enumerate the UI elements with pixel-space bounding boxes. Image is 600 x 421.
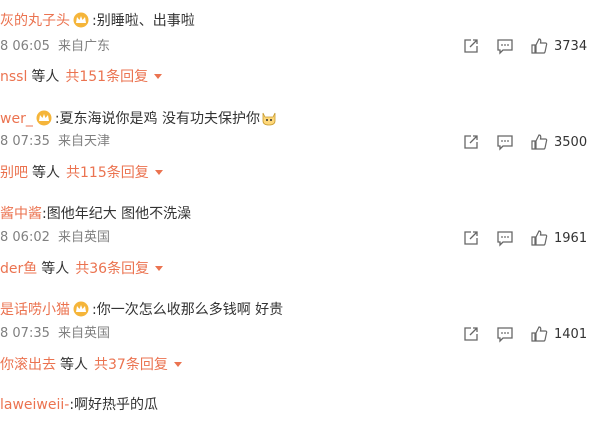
caret-down-icon[interactable] bbox=[155, 266, 164, 271]
comment-date: 8 07:35 bbox=[0, 326, 50, 341]
comment-content: :你一次怎么收那么多钱啊 好贵 bbox=[92, 302, 284, 318]
comment-text-line: wer_ :夏东海说你是鸡 没有功夫保护你 bbox=[0, 109, 278, 128]
comment-location: 来自天津 bbox=[58, 134, 111, 149]
comment-username[interactable]: wer_ bbox=[0, 111, 33, 127]
share-icon[interactable] bbox=[462, 133, 480, 151]
comment-text-line: 灰的丸子头 :别睡啦、出事啦 bbox=[0, 12, 195, 30]
reply-user[interactable]: der鱼 bbox=[0, 261, 37, 277]
comment-location: 来自英国 bbox=[58, 326, 111, 341]
reply-suffix: 等人 bbox=[31, 69, 60, 85]
reply-suffix: 等人 bbox=[32, 165, 60, 181]
comment-actions: 3734 bbox=[446, 37, 588, 55]
comment-icon[interactable] bbox=[496, 229, 514, 247]
reply-summary[interactable]: nssl 等人 共151条回复 bbox=[0, 68, 163, 86]
comment-content: :别睡啦、出事啦 bbox=[92, 13, 195, 29]
like-icon[interactable] bbox=[530, 325, 548, 343]
comment-actions: 1961 bbox=[446, 229, 588, 247]
reply-count[interactable]: 共37条回复 bbox=[94, 357, 168, 373]
cat-emoji-icon bbox=[262, 112, 276, 126]
comment-username[interactable]: laweiweii- bbox=[0, 397, 69, 413]
comment-meta: 8 07:35 来自天津 bbox=[0, 134, 110, 150]
like-icon[interactable] bbox=[530, 229, 548, 247]
comment-meta: 8 06:05 来自广东 bbox=[0, 39, 110, 55]
reply-suffix: 等人 bbox=[41, 261, 70, 277]
reply-user[interactable]: 你滚出去 bbox=[0, 357, 56, 373]
like-count: 1961 bbox=[554, 230, 588, 246]
comment-actions: 1401 bbox=[446, 325, 588, 343]
reply-summary[interactable]: der鱼 等人 共36条回复 bbox=[0, 260, 164, 278]
reply-summary[interactable]: 别吧 等人 共115条回复 bbox=[0, 164, 163, 182]
caret-down-icon[interactable] bbox=[154, 170, 163, 175]
like-icon[interactable] bbox=[530, 37, 548, 55]
comment-date: 8 06:02 bbox=[0, 230, 50, 245]
reply-user[interactable]: 别吧 bbox=[0, 165, 28, 181]
comment-actions: 3500 bbox=[446, 133, 588, 151]
like-icon[interactable] bbox=[530, 133, 548, 151]
caret-down-icon[interactable] bbox=[154, 74, 163, 79]
comment-content: :夏东海说你是鸡 没有功夫保护你 bbox=[54, 111, 260, 127]
comment-meta: 8 06:02 来自英国 bbox=[0, 230, 110, 246]
reply-count[interactable]: 共36条回复 bbox=[75, 261, 149, 277]
comment-icon[interactable] bbox=[496, 325, 514, 343]
comment-username[interactable]: 是话唠小猫 bbox=[0, 302, 70, 318]
like-count: 3734 bbox=[554, 38, 588, 54]
share-icon[interactable] bbox=[462, 229, 480, 247]
caret-down-icon[interactable] bbox=[173, 362, 182, 367]
comment-content: :图他年纪大 图他不洗澡 bbox=[42, 206, 192, 222]
comment-icon[interactable] bbox=[496, 37, 514, 55]
comment-username[interactable]: 灰的丸子头 bbox=[0, 13, 70, 29]
reply-user[interactable]: nssl bbox=[0, 69, 27, 85]
crown-icon bbox=[36, 110, 52, 126]
reply-suffix: 等人 bbox=[60, 357, 88, 373]
crown-icon bbox=[73, 12, 89, 28]
comment-location: 来自广东 bbox=[58, 39, 111, 54]
like-count: 1401 bbox=[554, 326, 588, 342]
comment-meta: 8 07:35 来自英国 bbox=[0, 326, 110, 342]
comment-text-line: 是话唠小猫 :你一次怎么收那么多钱啊 好贵 bbox=[0, 301, 283, 319]
share-icon[interactable] bbox=[462, 325, 480, 343]
comment-location: 来自英国 bbox=[58, 230, 111, 245]
comment-date: 8 07:35 bbox=[0, 134, 50, 149]
comment-content: :啊好热乎的瓜 bbox=[69, 397, 159, 413]
reply-count[interactable]: 共115条回复 bbox=[66, 165, 149, 181]
comment-date: 8 06:05 bbox=[0, 39, 50, 54]
comment-icon[interactable] bbox=[496, 133, 514, 151]
comment-username[interactable]: 酱中酱 bbox=[0, 206, 42, 222]
crown-icon bbox=[73, 301, 89, 317]
reply-count[interactable]: 共151条回复 bbox=[65, 69, 148, 85]
share-icon[interactable] bbox=[462, 37, 480, 55]
comment-text-line: 酱中酱:图他年纪大 图他不洗澡 bbox=[0, 205, 191, 223]
like-count: 3500 bbox=[554, 134, 588, 150]
comment-text-line: laweiweii-:啊好热乎的瓜 bbox=[0, 396, 158, 414]
reply-summary[interactable]: 你滚出去 等人 共37条回复 bbox=[0, 356, 182, 374]
